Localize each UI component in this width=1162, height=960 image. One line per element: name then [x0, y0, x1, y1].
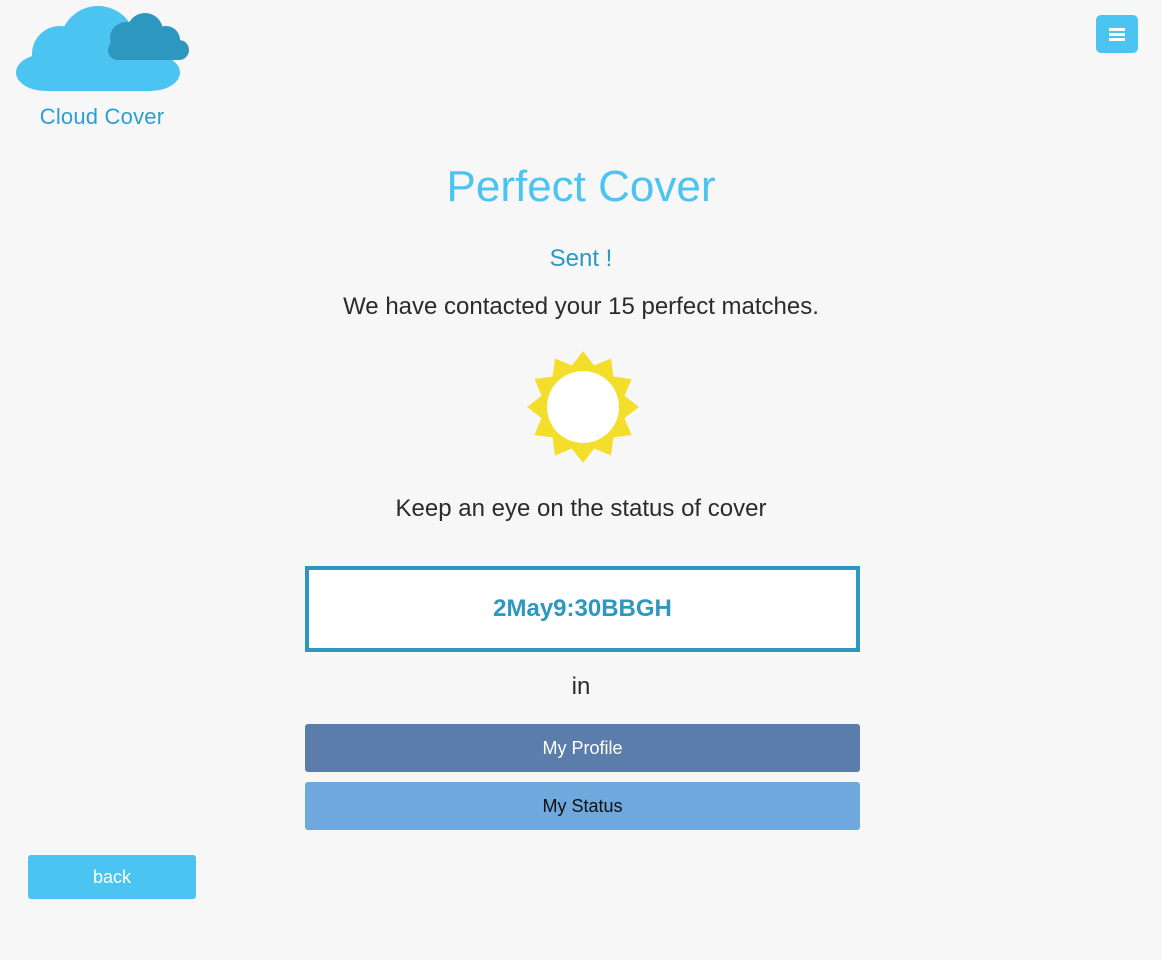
my-profile-label: My Profile: [542, 737, 623, 758]
menu-button[interactable]: [1096, 15, 1138, 53]
confirmation-message: We have contacted your 15 perfect matche…: [343, 293, 819, 320]
cover-code-box: 2May9:30BBGH: [305, 566, 860, 652]
cover-code: 2May9:30BBGH: [493, 595, 672, 622]
my-status-button[interactable]: My Status: [305, 782, 860, 830]
my-profile-button[interactable]: My Profile: [305, 724, 860, 772]
in-text: in: [571, 673, 591, 700]
sun-icon: [527, 351, 639, 463]
my-status-label: My Status: [542, 795, 623, 816]
back-button[interactable]: back: [28, 855, 196, 899]
hamburger-menu-icon: [1109, 28, 1125, 41]
sun-icon-wrapper: [527, 350, 639, 464]
back-label: back: [92, 866, 132, 887]
page-title: Perfect Cover: [446, 162, 716, 211]
brand-logo[interactable]: Cloud Cover: [14, 4, 194, 134]
status-heading: Sent !: [549, 245, 613, 272]
keep-eye-text: Keep an eye on the status of cover: [395, 495, 767, 522]
brand-name: Cloud Cover: [39, 104, 165, 129]
cloud-logo-icon: [16, 6, 189, 91]
